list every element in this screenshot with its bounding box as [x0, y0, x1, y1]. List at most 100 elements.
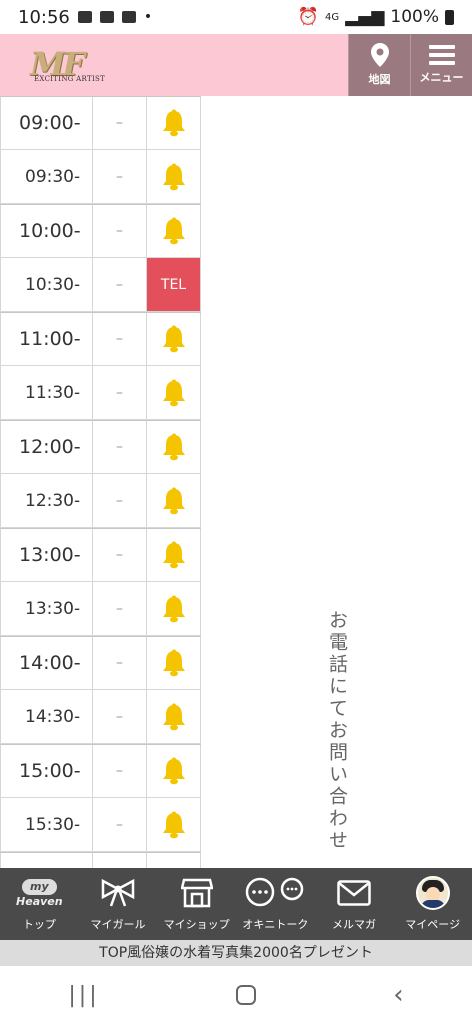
- notify-bell-button[interactable]: [147, 745, 201, 797]
- site-logo: MF EXCITING ARTIST: [30, 41, 120, 89]
- availability-cell: –: [93, 798, 147, 851]
- notify-bell-button[interactable]: [147, 150, 201, 203]
- nav-favorite-talk[interactable]: オキニトーク: [236, 868, 315, 940]
- mail-notification-icon: [99, 11, 114, 23]
- bell-icon: [162, 379, 185, 406]
- notify-bell-button[interactable]: [147, 421, 201, 473]
- notify-bell-button[interactable]: [147, 529, 201, 581]
- bell-icon: [162, 811, 185, 838]
- ribbon-icon: [101, 879, 135, 907]
- bell-icon: [162, 487, 185, 514]
- time-slot-label: 11:00-: [0, 313, 93, 365]
- map-button[interactable]: 地図: [348, 34, 410, 96]
- time-slot-label: 12:30-: [0, 474, 93, 527]
- bell-icon: [162, 433, 185, 461]
- availability-cell: –: [93, 637, 147, 689]
- notify-bell-button[interactable]: [147, 690, 201, 743]
- nav-my-shop-label: マイショップ: [163, 918, 230, 931]
- bell-icon: [162, 217, 185, 245]
- nav-my-girl-label: マイガール: [90, 918, 146, 931]
- notify-bell-button[interactable]: [147, 474, 201, 527]
- time-slot-label: 13:30-: [0, 582, 93, 635]
- bell-icon: [162, 757, 185, 785]
- schedule-row: 09:30- –: [0, 150, 201, 204]
- back-icon[interactable]: ‹: [393, 980, 403, 1010]
- system-navigation-bar: ||| ‹: [0, 966, 472, 1024]
- nav-top-label: トップ: [22, 918, 56, 931]
- schedule-row: 12:30- –: [0, 474, 201, 528]
- notification-icon: [77, 11, 92, 23]
- promo-banner[interactable]: TOP風俗嬢の水着写真集2000名プレゼント: [0, 940, 472, 966]
- logo-subtitle: EXCITING ARTIST: [34, 75, 106, 83]
- recent-apps-icon[interactable]: |||: [68, 983, 99, 1008]
- time-slot-label: 09:00-: [0, 97, 93, 149]
- status-time: 10:56: [18, 6, 70, 28]
- time-slot-label: 10:30-: [0, 258, 93, 311]
- alarm-icon: ⏰: [297, 7, 320, 27]
- schedule-row: 13:00- –: [0, 528, 201, 582]
- availability-cell: –: [93, 205, 147, 257]
- availability-cell: –: [93, 421, 147, 473]
- schedule-row: 10:30- – TEL: [0, 258, 201, 312]
- time-slot-label: 15:30-: [0, 798, 93, 851]
- nav-my-page[interactable]: マイページ: [393, 868, 472, 940]
- status-bar: 10:56 • ⏰ 4G ▂▄▆ 100%: [0, 0, 472, 34]
- app-notification-icon: [121, 11, 136, 23]
- signal-icon: ▂▄▆: [345, 7, 385, 27]
- hamburger-icon: [428, 45, 455, 65]
- notify-bell-button[interactable]: [147, 798, 201, 851]
- menu-button[interactable]: メニュー: [410, 34, 472, 96]
- availability-cell: –: [93, 313, 147, 365]
- status-right: ⏰ 4G ▂▄▆ 100%: [298, 7, 454, 27]
- chat-icon: [246, 877, 304, 907]
- tel-button[interactable]: TEL: [147, 258, 201, 311]
- schedule-row: 14:30- –: [0, 690, 201, 744]
- home-icon[interactable]: [236, 985, 257, 1005]
- avatar-icon: [415, 876, 450, 910]
- time-slot-label: 10:00-: [0, 205, 93, 257]
- notify-bell-button[interactable]: [147, 313, 201, 365]
- shop-icon: [180, 878, 213, 908]
- availability-cell: –: [93, 258, 147, 311]
- map-button-label: 地図: [368, 73, 391, 86]
- nav-mail-magazine-label: メルマガ: [332, 918, 377, 931]
- schedule-row: 09:00- –: [0, 96, 201, 150]
- notify-bell-button[interactable]: [147, 582, 201, 635]
- notify-bell-button[interactable]: [147, 97, 201, 149]
- nav-my-girl[interactable]: マイガール: [79, 868, 158, 940]
- schedule-row: 10:00- –: [0, 204, 201, 258]
- bottom-navigation: my Heaven トップ マイガール マイショップ オキニトーク メルマガ マ…: [0, 868, 472, 940]
- phone-inquiry-notice: お電話にてお問い合わせく: [326, 610, 348, 852]
- time-slot-label: 14:30-: [0, 690, 93, 743]
- status-left: 10:56 •: [18, 7, 152, 28]
- heaven-logo-word: Heaven: [16, 895, 63, 908]
- map-pin-icon: [370, 43, 389, 67]
- bell-icon: [162, 649, 185, 677]
- schedule-row: 15:00- –: [0, 744, 201, 798]
- bell-icon: [162, 541, 185, 569]
- schedule-table: 09:00- –09:30- –10:00- –10:30- – TEL 11:00- –11…: [0, 96, 201, 868]
- time-slot-label: 14:00-: [0, 637, 93, 689]
- bell-icon: [162, 109, 185, 137]
- schedule-row: 11:30- –: [0, 366, 201, 420]
- schedule-row-partial: [0, 852, 201, 868]
- nav-my-page-label: マイページ: [405, 918, 461, 931]
- schedule-row: 15:30- –: [0, 798, 201, 852]
- availability-cell: –: [93, 745, 147, 797]
- nav-mail-magazine[interactable]: メルマガ: [315, 868, 394, 940]
- heaven-logo-bubble: my: [22, 879, 57, 895]
- availability-cell: –: [93, 150, 147, 203]
- nav-my-shop[interactable]: マイショップ: [157, 868, 236, 940]
- site-header: MF EXCITING ARTIST 地図 メニュー: [0, 34, 472, 96]
- notify-bell-button[interactable]: [147, 366, 201, 419]
- notify-bell-button[interactable]: [147, 637, 201, 689]
- notify-bell-button[interactable]: [147, 205, 201, 257]
- bell-icon: [162, 595, 185, 622]
- bell-icon: [162, 703, 185, 730]
- time-slot-label: 11:30-: [0, 366, 93, 419]
- nav-top[interactable]: my Heaven トップ: [0, 868, 79, 940]
- app-screen: 10:56 • ⏰ 4G ▂▄▆ 100% MF EXCITING ARTIST: [0, 0, 472, 1024]
- battery-percent: 100%: [390, 7, 439, 27]
- schedule-row: 13:30- –: [0, 582, 201, 636]
- logo-link[interactable]: MF EXCITING ARTIST: [0, 34, 348, 96]
